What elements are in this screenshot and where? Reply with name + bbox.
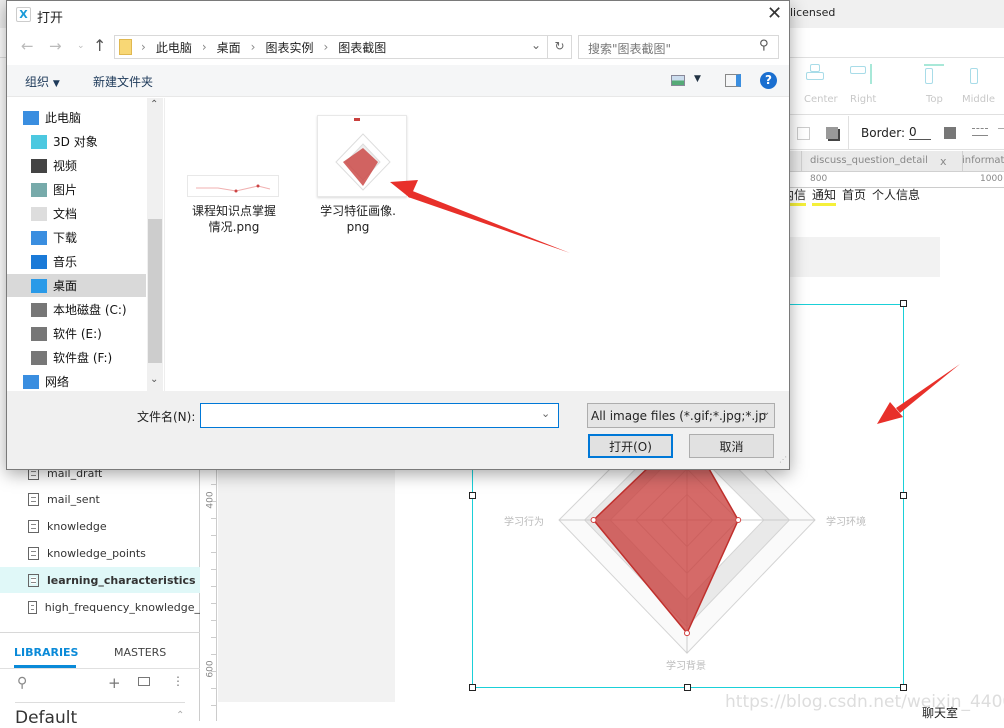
address-bar[interactable]: › 此电脑 › 桌面 › 图表实例 › 图表截图 ⌄ ↻ (114, 35, 572, 59)
nav-item-label: 音乐 (53, 255, 78, 269)
resize-handle[interactable] (900, 492, 907, 499)
up-icon[interactable]: ↑ (93, 36, 106, 55)
address-dropdown-icon[interactable]: ⌄ (531, 38, 541, 52)
search-icon[interactable]: ⚲ (759, 38, 769, 53)
resize-handle[interactable] (900, 300, 907, 307)
nav-item-label: 本地磁盘 (C:) (53, 303, 127, 317)
organize-label: 组织 (25, 75, 50, 89)
navigation-pane: 此电脑 3D 对象视频图片文档下载音乐桌面本地磁盘 (C:) 软件 (E:) 软件盘 … (7, 98, 163, 391)
nav-item-label: 视频 (53, 159, 78, 173)
watermark: https://blog.csdn.net/weixin_44009447 (725, 692, 1004, 712)
nav-item[interactable]: 本地磁盘 (C:) (7, 298, 146, 321)
filetype-select[interactable]: All image files (*.gif;*.jpg;*.jp ⌄ (587, 403, 775, 428)
view-icon[interactable] (671, 75, 685, 86)
breadcrumb-item[interactable]: 桌面 (217, 39, 241, 56)
nav-item-label: 软件 (E:) (53, 327, 102, 341)
resize-handle[interactable] (469, 492, 476, 499)
nav-item[interactable]: 文档 (7, 202, 146, 225)
scrollbar[interactable]: ⌃ ⌄ (147, 98, 163, 391)
dialog-title: 打开 (37, 11, 64, 26)
filetype-value: All image files (*.gif;*.jpg;*.jp (591, 408, 767, 423)
new-folder-button[interactable]: 新建文件夹 (93, 73, 153, 90)
scrollbar-thumb[interactable] (148, 219, 162, 363)
resize-handle[interactable] (900, 684, 907, 691)
file-name: 学习特征画像. png (320, 204, 396, 234)
nav-item-label: 网络 (45, 375, 70, 389)
resize-handle[interactable] (469, 684, 476, 691)
file-thumbnail (187, 175, 279, 197)
nav-item[interactable]: 桌面 (7, 274, 146, 297)
download-icon (31, 230, 47, 245)
open-button[interactable]: 打开(O) (588, 434, 673, 458)
video-icon (31, 158, 47, 173)
computer-icon (23, 110, 39, 125)
nav-item-label: 文档 (53, 207, 78, 221)
search-box[interactable]: 搜索"图表截图" ⚲ (578, 35, 779, 59)
nav-item[interactable]: 视频 (7, 154, 146, 177)
chat-room-label[interactable]: 聊天室 (922, 704, 958, 721)
preview-pane-icon[interactable] (725, 74, 741, 87)
cube-icon (31, 134, 47, 149)
open-file-dialog: X 打开 ✕ ← → ⌄ ↑ › 此电脑 › 桌面 › 图表实例 › 图表截图 … (6, 0, 790, 470)
nav-item[interactable]: 3D 对象 (7, 130, 146, 153)
nav-item[interactable]: 软件 (E:) (7, 322, 146, 345)
music-icon (31, 254, 47, 269)
nav-item[interactable]: 音乐 (7, 250, 146, 273)
filename-label: 文件名(N): (137, 410, 196, 424)
recent-dropdown-icon[interactable]: ⌄ (77, 41, 85, 51)
file-item[interactable]: 课程知识点掌握 情况.png (179, 110, 289, 240)
breadcrumb-item[interactable]: 图表截图 (338, 39, 386, 56)
nav-item-label: 软件盘 (F:) (53, 351, 113, 365)
breadcrumb-item[interactable]: 图表实例 (265, 39, 313, 56)
nav-item-label: 桌面 (53, 279, 78, 293)
resize-grip-icon[interactable]: ⋰ (779, 455, 787, 464)
file-list: 课程知识点掌握 情况.png 学习特征画像. png (164, 98, 789, 391)
back-icon[interactable]: ← (21, 37, 34, 55)
nav-item-label: 下载 (53, 231, 78, 245)
close-icon[interactable]: ✕ (767, 3, 782, 24)
filename-input[interactable]: ⌄ (200, 403, 559, 428)
picture-icon (31, 182, 47, 197)
file-name: 课程知识点掌握 情况.png (191, 204, 276, 234)
app-logo-icon: X (16, 7, 31, 22)
cancel-button[interactable]: 取消 (689, 434, 774, 458)
drive-icon (31, 326, 47, 341)
nav-item-label: 图片 (53, 183, 78, 197)
nav-item-label: 3D 对象 (53, 135, 98, 149)
caret-down-icon: ▼ (52, 79, 60, 89)
scroll-down-icon[interactable]: ⌄ (150, 374, 158, 385)
network-icon (23, 374, 39, 389)
document-icon (31, 206, 47, 221)
chevron-down-icon: ⌄ (762, 407, 771, 418)
file-thumbnail (317, 115, 407, 197)
nav-item[interactable]: 软件盘 (F:) (7, 346, 146, 369)
dialog-title-bar: X 打开 ✕ (7, 1, 789, 29)
drive-icon (31, 302, 47, 317)
drive-icon (31, 350, 47, 365)
desktop-icon (31, 278, 47, 293)
chevron-down-icon[interactable]: ⌄ (541, 407, 550, 420)
forward-icon[interactable]: → (49, 37, 62, 55)
refresh-icon[interactable]: ↻ (547, 35, 571, 59)
nav-item-label: 此电脑 (45, 111, 82, 125)
file-item[interactable]: 学习特征画像. png (303, 110, 413, 240)
scroll-up-icon[interactable]: ⌃ (150, 99, 158, 110)
nav-item[interactable]: 下载 (7, 226, 146, 249)
search-placeholder: 搜索"图表截图" (588, 42, 672, 56)
help-icon[interactable]: ? (760, 72, 777, 89)
nav-item[interactable]: 网络 (7, 370, 146, 391)
dialog-footer: 文件名(N): ⌄ All image files (*.gif;*.jpg;*… (7, 391, 789, 469)
folder-icon (119, 39, 132, 55)
organize-menu[interactable]: 组织 ▼ (25, 73, 60, 90)
resize-handle[interactable] (684, 684, 691, 691)
view-dropdown-icon[interactable]: ▼ (694, 74, 701, 84)
nav-item[interactable]: 此电脑 (7, 106, 146, 129)
dialog-toolbar: 组织 ▼ 新建文件夹 ▼ ? (7, 65, 789, 97)
breadcrumb-item[interactable]: 此电脑 (156, 39, 192, 56)
nav-item[interactable]: 图片 (7, 178, 146, 201)
